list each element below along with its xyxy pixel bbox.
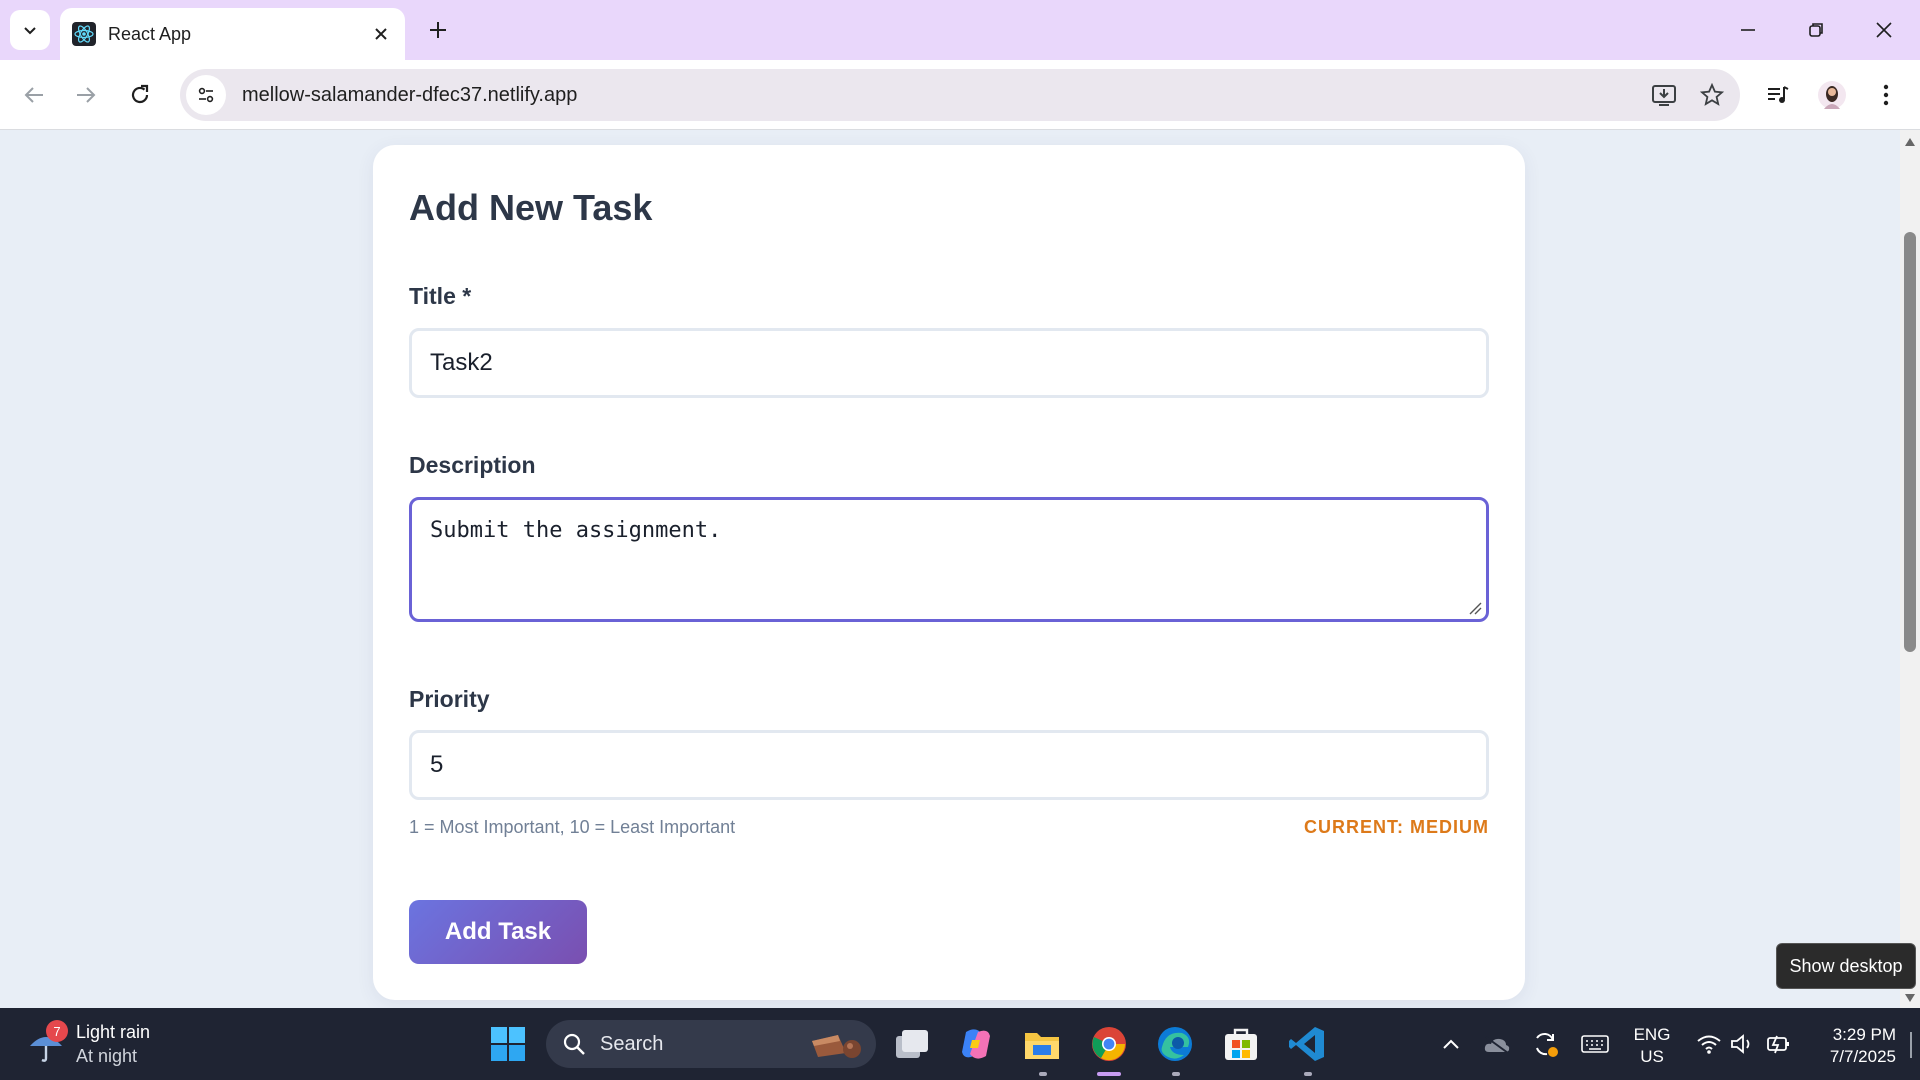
clock-time: 3:29 PM — [1832, 1025, 1896, 1044]
keyboard-icon[interactable] — [1580, 1028, 1610, 1060]
weather-badge: 7 — [46, 1020, 68, 1042]
chevron-up-icon[interactable] — [1436, 1028, 1466, 1060]
weather-time: At night — [76, 1046, 138, 1066]
menu-icon — [1883, 84, 1889, 106]
vscode-running-indicator — [1304, 1072, 1312, 1076]
plus-icon — [430, 22, 446, 38]
file-explorer-icon[interactable] — [1020, 1022, 1064, 1066]
tab-title: React App — [108, 23, 192, 44]
back-button[interactable] — [14, 75, 54, 115]
vscode-icon[interactable] — [1285, 1022, 1329, 1066]
close-icon[interactable] — [369, 22, 393, 46]
windows-taskbar: 7 Light rain At night Search ENG US 3:29… — [0, 1008, 1920, 1080]
chrome-icon[interactable] — [1087, 1022, 1131, 1066]
edge-icon[interactable] — [1153, 1022, 1197, 1066]
language-code: ENG — [1633, 1025, 1671, 1044]
browser-tab-active[interactable]: React App — [60, 8, 405, 60]
scroll-down-icon[interactable] — [1904, 992, 1916, 1004]
add-task-button[interactable]: Add Task — [409, 900, 587, 964]
profile-button[interactable] — [1812, 75, 1852, 115]
show-desktop-button[interactable] — [1910, 1032, 1912, 1058]
reload-button[interactable] — [120, 75, 160, 115]
address-bar[interactable]: mellow-salamander-dfec37.netlify.app — [180, 69, 1740, 121]
title-input[interactable]: Task2 — [409, 328, 1489, 398]
media-icon — [1768, 86, 1789, 103]
file-explorer-running-indicator — [1039, 1072, 1047, 1076]
form-heading: Add New Task — [409, 187, 653, 228]
search-icon — [563, 1033, 585, 1055]
weather-widget[interactable]: 7 Light rain At night — [26, 1018, 150, 1070]
search-highlight-icon — [812, 1035, 861, 1058]
minimize-button[interactable] — [1726, 8, 1770, 52]
task-form-card: Add New Task Title * Task2 Description S… — [373, 145, 1525, 1000]
rain-umbrella-icon: 7 — [26, 1020, 68, 1064]
search-label: Search — [600, 1032, 664, 1055]
browser-menu-button[interactable] — [1866, 75, 1906, 115]
chrome-active-indicator — [1097, 1072, 1121, 1076]
edge-running-indicator — [1172, 1072, 1180, 1076]
priority-current-status: CURRENT: MEDIUM — [1304, 817, 1489, 837]
close-icon — [1876, 22, 1892, 38]
show-desktop-tooltip: Show desktop — [1776, 943, 1916, 989]
profile-avatar-icon — [1818, 81, 1846, 109]
resize-grip-icon[interactable] — [1468, 601, 1482, 615]
description-textarea[interactable]: Submit the assignment. — [409, 497, 1489, 622]
priority-input[interactable]: 5 — [409, 730, 1489, 800]
battery-icon[interactable] — [1764, 1028, 1794, 1060]
windows-start-icon[interactable] — [486, 1022, 530, 1066]
page-viewport: Add New Task Title * Task2 Description S… — [0, 130, 1920, 1008]
page-scrollbar[interactable] — [1900, 130, 1920, 1008]
bookmark-star-icon[interactable] — [1692, 75, 1732, 115]
weather-condition: Light rain — [76, 1022, 151, 1042]
forward-icon — [77, 87, 96, 103]
restore-button[interactable] — [1794, 8, 1838, 52]
install-icon[interactable] — [1644, 75, 1684, 115]
description-label: Description — [409, 452, 536, 478]
description-text: Submit the assignment. — [430, 518, 722, 543]
priority-hint: 1 = Most Important, 10 = Least Important — [409, 817, 736, 837]
new-tab-button[interactable] — [420, 12, 456, 48]
language-indicator[interactable]: ENG US — [1632, 1024, 1672, 1068]
reload-icon — [131, 84, 149, 104]
wifi-icon[interactable] — [1694, 1028, 1724, 1060]
title-label: Title * — [409, 283, 472, 309]
url-text[interactable]: mellow-salamander-dfec37.netlify.app — [242, 84, 1644, 107]
store-icon[interactable] — [1219, 1022, 1263, 1066]
media-control-button[interactable] — [1758, 75, 1798, 115]
restore-icon — [1809, 23, 1823, 37]
react-favicon-icon — [72, 22, 96, 46]
language-region: US — [1640, 1047, 1664, 1066]
copilot-icon[interactable] — [954, 1022, 998, 1066]
onedrive-icon[interactable] — [1482, 1028, 1512, 1060]
task-view-icon[interactable] — [890, 1022, 934, 1066]
volume-icon[interactable] — [1728, 1028, 1758, 1060]
tab-search-button[interactable] — [10, 10, 50, 50]
browser-tab-strip: React App — [0, 0, 1920, 60]
clock-date: 7/7/2025 — [1829, 1047, 1896, 1066]
site-info-icon[interactable] — [186, 75, 226, 115]
priority-label: Priority — [409, 686, 490, 712]
scroll-thumb[interactable] — [1904, 232, 1916, 652]
scroll-up-icon[interactable] — [1904, 136, 1916, 148]
forward-button[interactable] — [66, 75, 106, 115]
sync-icon[interactable] — [1530, 1028, 1560, 1060]
tab-search-icon — [24, 27, 36, 35]
system-clock[interactable]: 3:29 PM 7/7/2025 — [1810, 1024, 1896, 1068]
back-icon — [24, 87, 43, 103]
minimize-icon — [1741, 29, 1755, 31]
browser-toolbar: mellow-salamander-dfec37.netlify.app — [0, 60, 1920, 130]
taskbar-search-box[interactable]: Search — [546, 1020, 876, 1068]
close-window-button[interactable] — [1862, 8, 1906, 52]
